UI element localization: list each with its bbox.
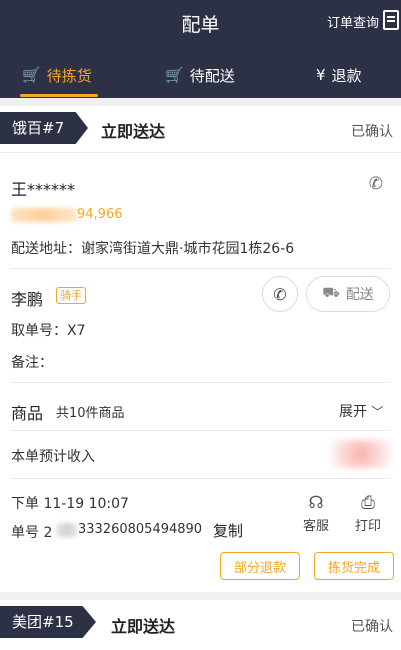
- tab-label: 退款: [331, 66, 362, 85]
- goods-count: 共10件商品: [56, 406, 125, 421]
- divider: [10, 430, 391, 431]
- goods-label: 商品: [11, 404, 44, 423]
- delivery-icon: ⛟: [322, 285, 340, 301]
- partial-refund-button[interactable]: 部分退款: [220, 552, 300, 580]
- order-remark: 备注：: [11, 355, 53, 371]
- pickup-number: 取单号：X7: [11, 323, 86, 339]
- phone-icon[interactable]: ✆: [369, 174, 383, 194]
- order-query-icon[interactable]: [383, 10, 399, 30]
- income-label: 本单预计收入: [11, 449, 95, 465]
- order-query-link[interactable]: 订单查询: [327, 12, 379, 31]
- print-label: 打印: [354, 519, 381, 534]
- order-time: 下单 11-19 10:07: [11, 496, 129, 512]
- copy-order-number-button[interactable]: 复制: [213, 520, 243, 541]
- divider: [10, 478, 391, 479]
- delivery-type: 立即送达: [101, 122, 166, 141]
- refund-icon: ¥: [316, 66, 326, 84]
- active-tab-indicator: [20, 94, 98, 97]
- chevron-down-icon: ﹀: [371, 405, 384, 419]
- tab-bar: 🛒 待拣货 🛒 待配送 ¥ 退款: [0, 52, 401, 98]
- expand-label: 展开: [339, 404, 367, 420]
- tab-pending-pick[interactable]: 🛒 待拣货: [22, 62, 92, 88]
- delivery-type: 立即送达: [111, 617, 176, 636]
- order-number-prefix: 单号 2: [11, 525, 53, 541]
- divider: [10, 382, 391, 383]
- customer-name: 王******: [11, 180, 76, 199]
- tab-pending-delivery[interactable]: 🛒 待配送: [165, 62, 235, 88]
- order-status: 已确认: [351, 619, 393, 635]
- order-number: 333260805494890: [78, 522, 203, 537]
- headset-icon: ☊: [308, 493, 324, 513]
- picking-complete-button[interactable]: 拣货完成: [314, 552, 394, 580]
- customer-service-button[interactable]: ☊ 客服: [296, 493, 336, 534]
- tab-label: 待配送: [189, 66, 235, 85]
- service-label: 客服: [302, 519, 329, 534]
- dispatch-label: 配送: [345, 287, 374, 303]
- rider-tag: 骑手: [56, 287, 86, 304]
- printer-icon: ⎙: [361, 493, 375, 513]
- masked-phone-prefix: [11, 208, 77, 222]
- masked-order-number: [56, 523, 78, 537]
- phone-icon: ✆: [273, 284, 287, 304]
- tab-refund[interactable]: ¥ 退款: [316, 62, 362, 88]
- expand-goods-button[interactable]: 展开 ﹀: [339, 401, 383, 421]
- masked-income-value: [330, 440, 392, 468]
- customer-phone-tail[interactable]: 94,966: [77, 207, 123, 222]
- call-rider-button[interactable]: ✆: [262, 276, 298, 312]
- platform-badge: 饿百#7: [0, 112, 88, 144]
- cart-icon: 🛒: [22, 66, 41, 84]
- delivery-cart-icon: 🛒: [165, 66, 184, 84]
- dispatch-button[interactable]: ⛟ 配送: [306, 276, 390, 312]
- divider: [0, 152, 401, 153]
- print-button[interactable]: ⎙ 打印: [348, 493, 388, 534]
- tab-label: 待拣货: [46, 66, 92, 85]
- divider: [10, 268, 391, 269]
- delivery-address: 配送地址：谢家湾街道大鼎·城市花园1栋26-6: [11, 241, 295, 257]
- rider-name: 李鹏: [11, 290, 44, 309]
- order-status: 已确认: [351, 124, 393, 140]
- app-header: 配单 订单查询 🛒 待拣货 🛒 待配送 ¥ 退款: [0, 0, 401, 98]
- platform-badge: 美团#15: [0, 606, 96, 638]
